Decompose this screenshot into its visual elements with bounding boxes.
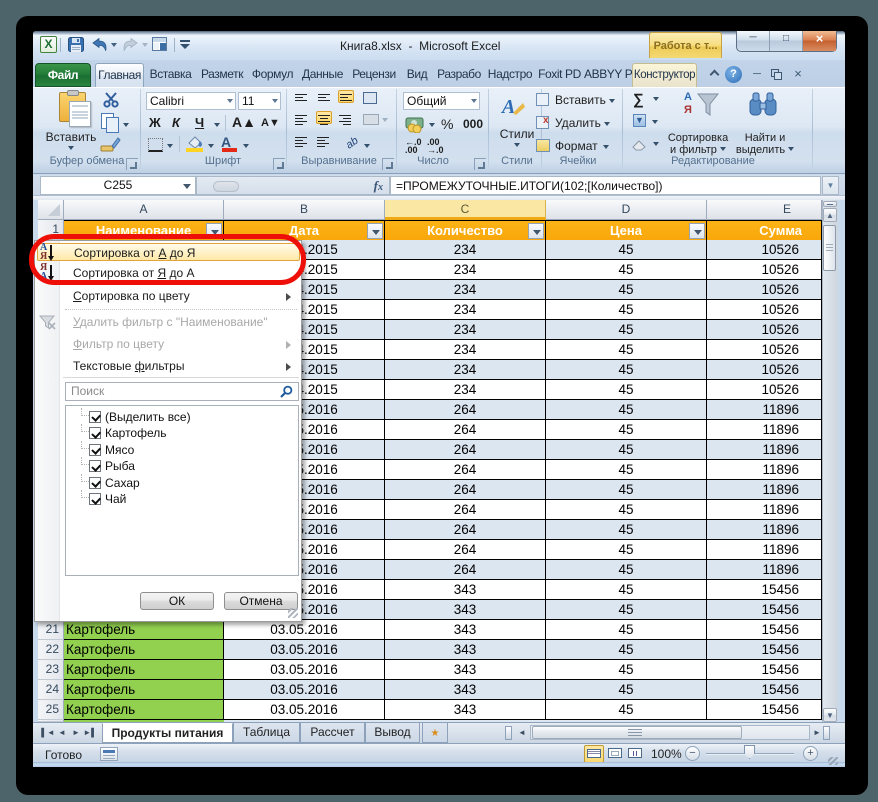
svg-text:A: A [500, 96, 515, 118]
